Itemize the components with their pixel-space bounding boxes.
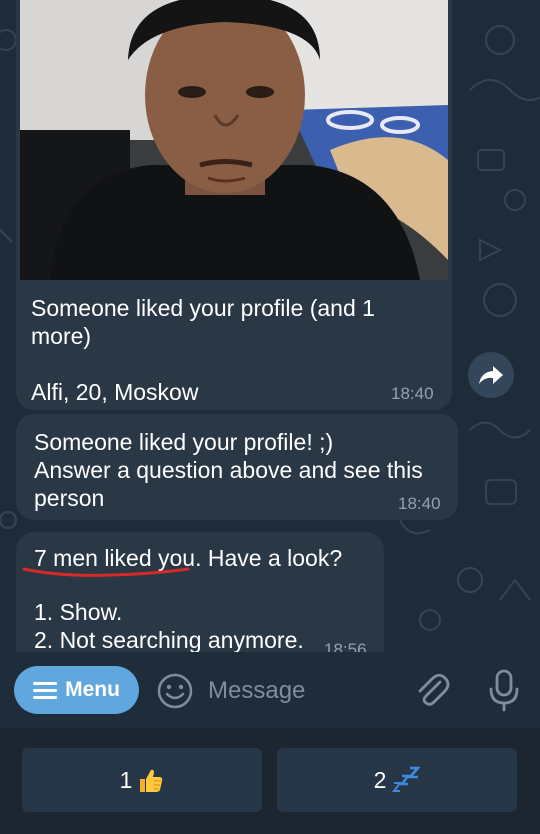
red-underline-annotation	[22, 567, 190, 577]
keyboard-button-2[interactable]: 2	[277, 748, 517, 812]
bot-keyboard: 1 2	[0, 728, 540, 834]
message-time: 18:40	[398, 494, 441, 513]
thumbs-up-icon	[140, 769, 163, 792]
message-input-bar: Menu	[0, 652, 540, 728]
keyboard-button-2-label: 2	[373, 766, 387, 793]
profile-message-bubble: Someone liked your profile (and 1 more) …	[16, 0, 452, 410]
menu-label: Menu	[65, 678, 120, 701]
message-time: 18:56	[324, 640, 367, 652]
keyboard-button-1-label: 1	[119, 766, 133, 793]
microphone-icon[interactable]	[486, 668, 522, 712]
profile-photo-image	[20, 0, 448, 280]
option-show: 1. Show.	[34, 599, 123, 625]
profile-details: Alfi, 20, Moskow	[31, 379, 199, 405]
share-icon	[479, 366, 503, 384]
share-button[interactable]	[468, 352, 514, 398]
message-input[interactable]	[206, 668, 400, 714]
liked-message-text: Someone liked your profile! ;) Answer a …	[34, 429, 423, 511]
zzz-icon	[392, 766, 421, 792]
emoji-icon[interactable]	[156, 672, 194, 710]
paperclip-icon[interactable]	[412, 670, 452, 710]
chat-area: Someone liked your profile (and 1 more) …	[0, 0, 540, 652]
message-time: 18:40	[391, 384, 434, 403]
profile-photo[interactable]	[20, 0, 448, 280]
liked-message-bubble: Someone liked your profile! ;) Answer a …	[16, 414, 458, 520]
menu-button[interactable]: Menu	[14, 666, 139, 714]
profile-message-text: Someone liked your profile (and 1 more)	[31, 295, 375, 349]
option-not-searching: 2. Not searching anymore.	[34, 627, 304, 652]
keyboard-button-1[interactable]: 1	[22, 748, 262, 812]
men-message-bubble: 7 men liked you. Have a look? 1. Show. 2…	[16, 532, 384, 652]
hamburger-icon	[33, 682, 58, 699]
